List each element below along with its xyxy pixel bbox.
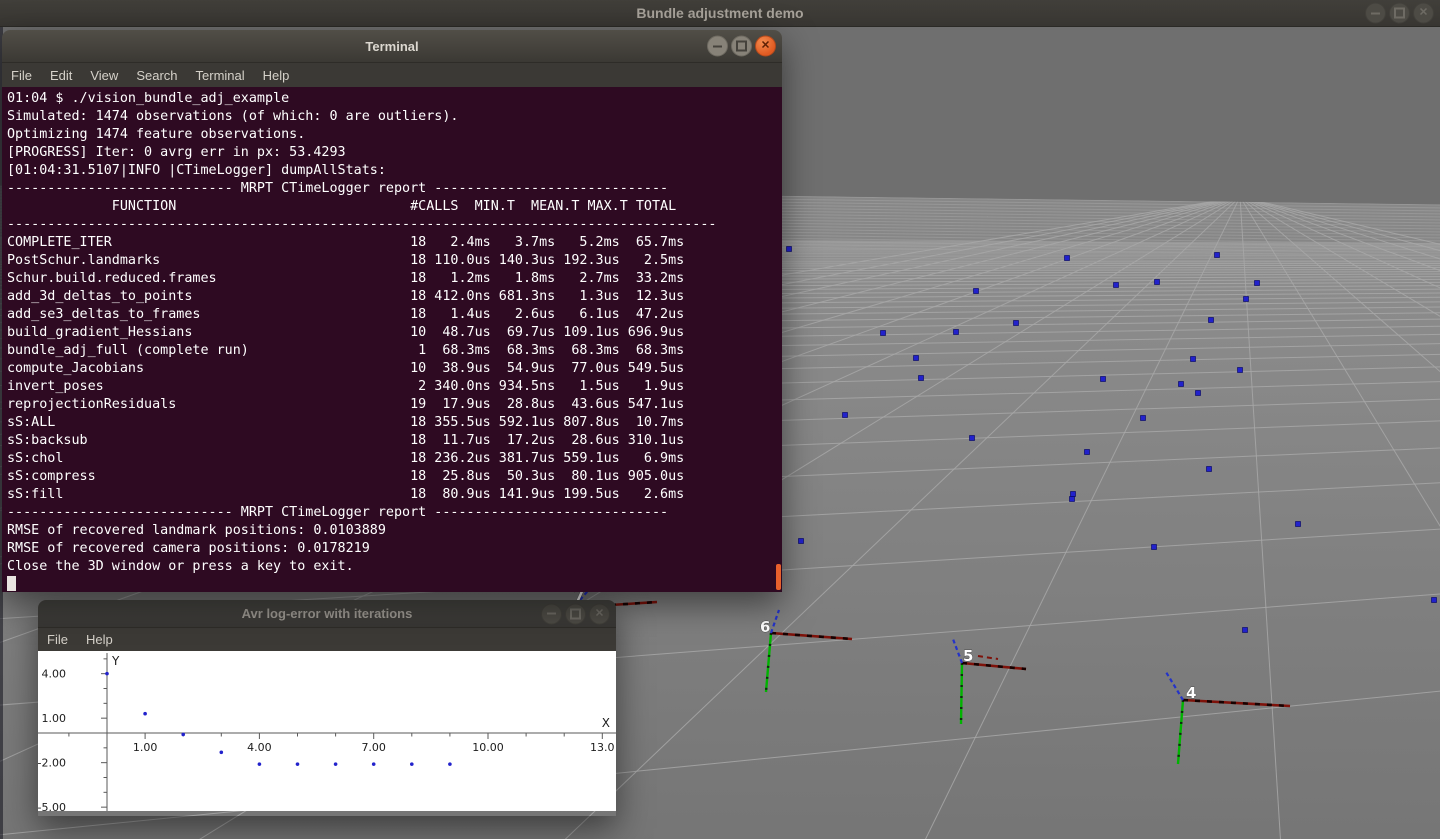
terminal-title: Terminal <box>365 39 418 54</box>
menu-help[interactable]: Help <box>77 628 122 651</box>
desktop: 7654 Bundle adjustment demo ✕ Avr log-er… <box>0 0 1440 839</box>
x-tick-label: 4.00 <box>247 741 272 754</box>
terminal-menubar: File Edit View Search Terminal Help <box>2 63 782 87</box>
terminal-window: Terminal ✕ File Edit View Search Termina… <box>2 30 782 592</box>
x-tick-label: 1.00 <box>133 741 158 754</box>
close-icon: ✕ <box>761 41 770 52</box>
y-tick-label: -5.00 <box>38 801 66 811</box>
x-tick-label: 7.00 <box>361 741 386 754</box>
y-tick-label: 1.00 <box>42 712 67 725</box>
maximize-button[interactable] <box>1389 3 1410 24</box>
minimize-button[interactable] <box>541 603 562 624</box>
camera-frame-label: 6 <box>760 618 770 636</box>
terminal-cursor <box>7 576 16 591</box>
y-axis-label: Y <box>111 654 120 668</box>
terminal-titlebar[interactable]: Terminal ✕ <box>2 30 782 63</box>
plot-window: Avr log-error with iterations ✕ File Hel… <box>38 600 616 816</box>
x-axis-label: X <box>602 716 610 730</box>
close-icon: ✕ <box>1419 8 1428 19</box>
minimize-icon <box>547 613 556 615</box>
chart-axes: 1.00 4.00 7.00 10.00 13.0 4.00 1.00 -2.00 -5.00 X… <box>38 653 616 811</box>
menu-file[interactable]: File <box>2 64 41 87</box>
menu-search[interactable]: Search <box>127 64 186 87</box>
menu-terminal[interactable]: Terminal <box>187 64 254 87</box>
main-window-titlebar[interactable]: Bundle adjustment demo ✕ <box>0 0 1440 27</box>
plot-window-titlebar[interactable]: Avr log-error with iterations ✕ <box>38 600 616 628</box>
camera-frame-label: 5 <box>963 647 973 665</box>
menu-view[interactable]: View <box>81 64 127 87</box>
close-icon: ✕ <box>595 608 604 619</box>
terminal-text: 01:04 $ ./vision_bundle_adj_example Simu… <box>2 87 782 592</box>
x-tick-label: 13.0 <box>590 741 615 754</box>
minimize-button[interactable] <box>707 36 728 57</box>
maximize-icon <box>570 608 581 619</box>
y-tick-label: -2.00 <box>38 757 66 770</box>
plot-window-title: Avr log-error with iterations <box>242 606 413 621</box>
menu-edit[interactable]: Edit <box>41 64 81 87</box>
y-tick-label: 4.00 <box>42 668 67 681</box>
minimize-icon <box>713 45 722 47</box>
minimize-icon <box>1371 12 1380 14</box>
menu-help[interactable]: Help <box>254 64 299 87</box>
close-button[interactable]: ✕ <box>589 603 610 624</box>
plot-canvas[interactable]: 1.00 4.00 7.00 10.00 13.0 4.00 1.00 -2.00 -5.00 X… <box>38 651 616 811</box>
maximize-button[interactable] <box>565 603 586 624</box>
camera-frame-label: 4 <box>1186 684 1196 702</box>
plot-menubar: File Help <box>38 628 616 651</box>
close-button[interactable]: ✕ <box>755 36 776 57</box>
scrollbar-thumb[interactable] <box>776 564 781 590</box>
main-window-title: Bundle adjustment demo <box>636 5 803 21</box>
x-tick-label: 10.00 <box>472 741 504 754</box>
maximize-icon <box>1394 8 1405 19</box>
maximize-icon <box>736 41 747 52</box>
menu-file[interactable]: File <box>38 628 77 651</box>
minimize-button[interactable] <box>1365 3 1386 24</box>
terminal-output[interactable]: 01:04 $ ./vision_bundle_adj_example Simu… <box>2 87 782 592</box>
close-button[interactable]: ✕ <box>1413 3 1434 24</box>
maximize-button[interactable] <box>731 36 752 57</box>
